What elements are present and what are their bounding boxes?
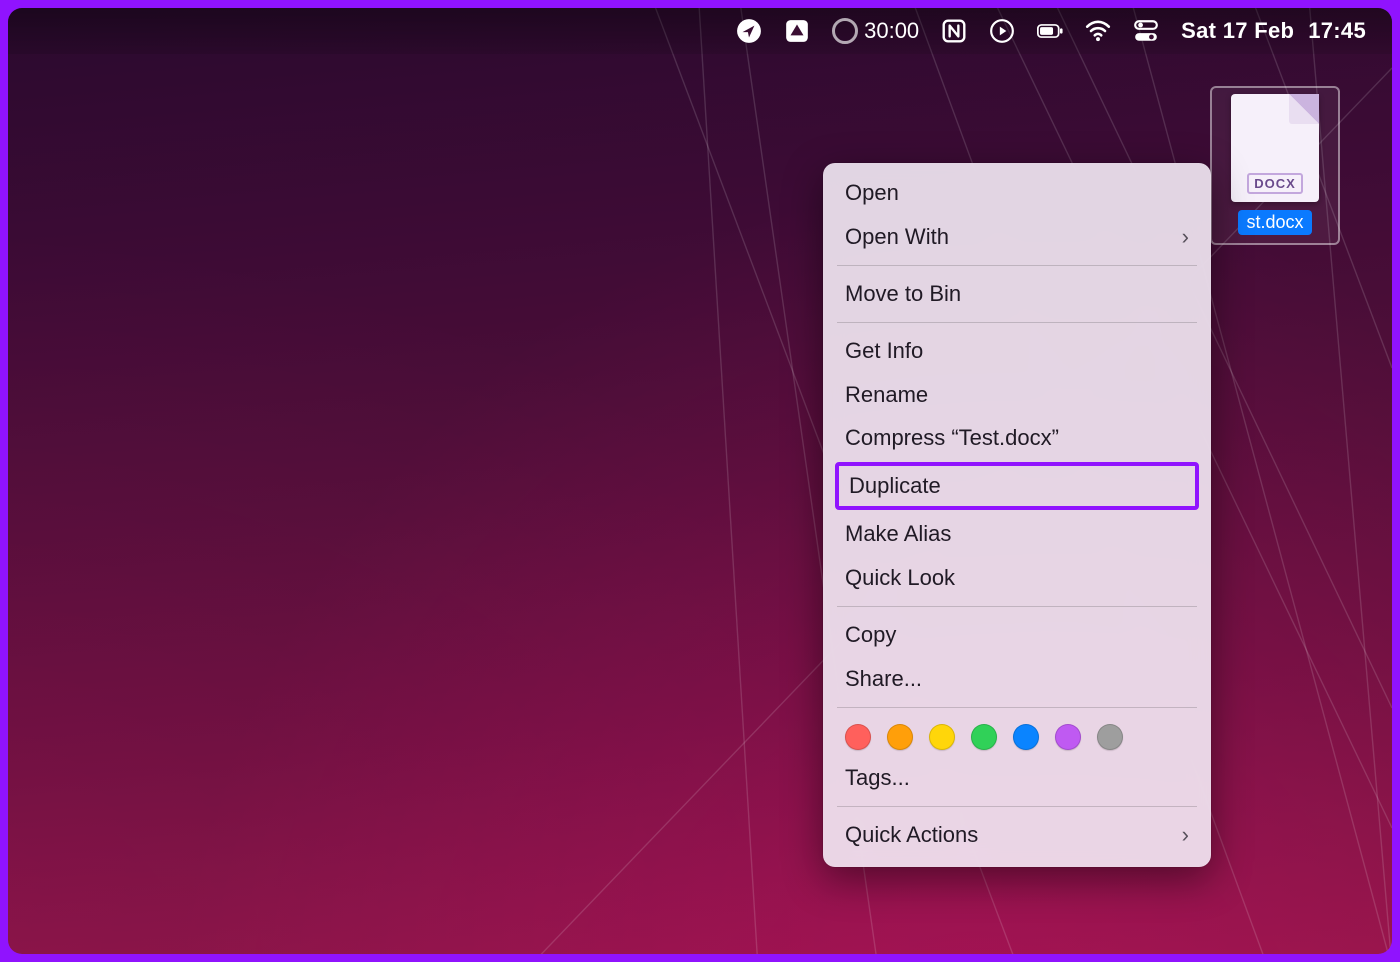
- menu-item-label: Share...: [845, 663, 922, 695]
- wifi-icon[interactable]: [1085, 18, 1111, 44]
- menu-item-get-info[interactable]: Get Info: [823, 329, 1211, 373]
- menu-separator: [837, 265, 1197, 266]
- play-menu-icon[interactable]: [989, 18, 1015, 44]
- menu-item-duplicate[interactable]: Duplicate: [835, 462, 1199, 510]
- battery-icon[interactable]: [1037, 18, 1063, 44]
- notion-menu-icon[interactable]: [941, 18, 967, 44]
- tag-swatch-red[interactable]: [845, 724, 871, 750]
- timer-menu-item[interactable]: 30:00: [832, 18, 919, 44]
- menu-item-label: Rename: [845, 379, 928, 411]
- menu-item-label: Open With: [845, 221, 949, 253]
- desktop[interactable]: 30:00 Sat 17 Feb 17:45: [8, 8, 1392, 954]
- tag-swatch-purple[interactable]: [1055, 724, 1081, 750]
- chevron-right-icon: ›: [1182, 221, 1189, 253]
- tag-swatch-blue[interactable]: [1013, 724, 1039, 750]
- tag-swatch-orange[interactable]: [887, 724, 913, 750]
- file-icon: DOCX: [1231, 94, 1319, 202]
- menu-item-quick-look[interactable]: Quick Look: [823, 556, 1211, 600]
- menu-item-label: Quick Look: [845, 562, 955, 594]
- control-center-icon[interactable]: [1133, 18, 1159, 44]
- timer-value: 30:00: [864, 18, 919, 44]
- menu-item-label: Open: [845, 177, 899, 209]
- context-menu: Open Open With › Move to Bin Get Info Re…: [823, 163, 1211, 867]
- menu-item-open-with[interactable]: Open With ›: [823, 215, 1211, 259]
- menu-item-label: Tags...: [845, 762, 910, 794]
- app-status-icon[interactable]: [784, 18, 810, 44]
- menu-item-compress[interactable]: Compress “Test.docx”: [823, 416, 1211, 460]
- clock-menu-item[interactable]: Sat 17 Feb 17:45: [1181, 18, 1366, 44]
- desktop-file-test-docx[interactable]: DOCX st.docx: [1210, 86, 1340, 245]
- menu-item-make-alias[interactable]: Make Alias: [823, 512, 1211, 556]
- menu-item-label: Move to Bin: [845, 278, 961, 310]
- menu-item-copy[interactable]: Copy: [823, 613, 1211, 657]
- menu-item-rename[interactable]: Rename: [823, 373, 1211, 417]
- menu-bar: 30:00 Sat 17 Feb 17:45: [8, 8, 1392, 54]
- file-name-label: st.docx: [1238, 210, 1311, 235]
- menu-item-label: Get Info: [845, 335, 923, 367]
- menu-time: 17:45: [1308, 18, 1366, 44]
- outer-frame: 30:00 Sat 17 Feb 17:45: [0, 0, 1400, 962]
- menu-item-label: Copy: [845, 619, 896, 651]
- menu-separator: [837, 707, 1197, 708]
- menu-separator: [837, 806, 1197, 807]
- chevron-right-icon: ›: [1182, 819, 1189, 851]
- timer-ring-icon: [832, 18, 858, 44]
- menu-item-label: Compress “Test.docx”: [845, 422, 1059, 454]
- menu-separator: [837, 322, 1197, 323]
- menu-item-share[interactable]: Share...: [823, 657, 1211, 701]
- location-services-icon[interactable]: [736, 18, 762, 44]
- tag-swatch-green[interactable]: [971, 724, 997, 750]
- menu-item-label: Quick Actions: [845, 819, 978, 851]
- menu-item-label: Duplicate: [849, 470, 941, 502]
- tag-swatch-gray[interactable]: [1097, 724, 1123, 750]
- tag-color-swatches: [823, 714, 1211, 756]
- menu-item-open[interactable]: Open: [823, 171, 1211, 215]
- menu-item-label: Make Alias: [845, 518, 951, 550]
- menu-item-quick-actions[interactable]: Quick Actions ›: [823, 813, 1211, 857]
- menu-item-tags[interactable]: Tags...: [823, 756, 1211, 800]
- tag-swatch-yellow[interactable]: [929, 724, 955, 750]
- menu-separator: [837, 606, 1197, 607]
- menu-date: Sat 17 Feb: [1181, 18, 1294, 44]
- menu-item-move-to-bin[interactable]: Move to Bin: [823, 272, 1211, 316]
- file-extension-badge: DOCX: [1247, 173, 1303, 194]
